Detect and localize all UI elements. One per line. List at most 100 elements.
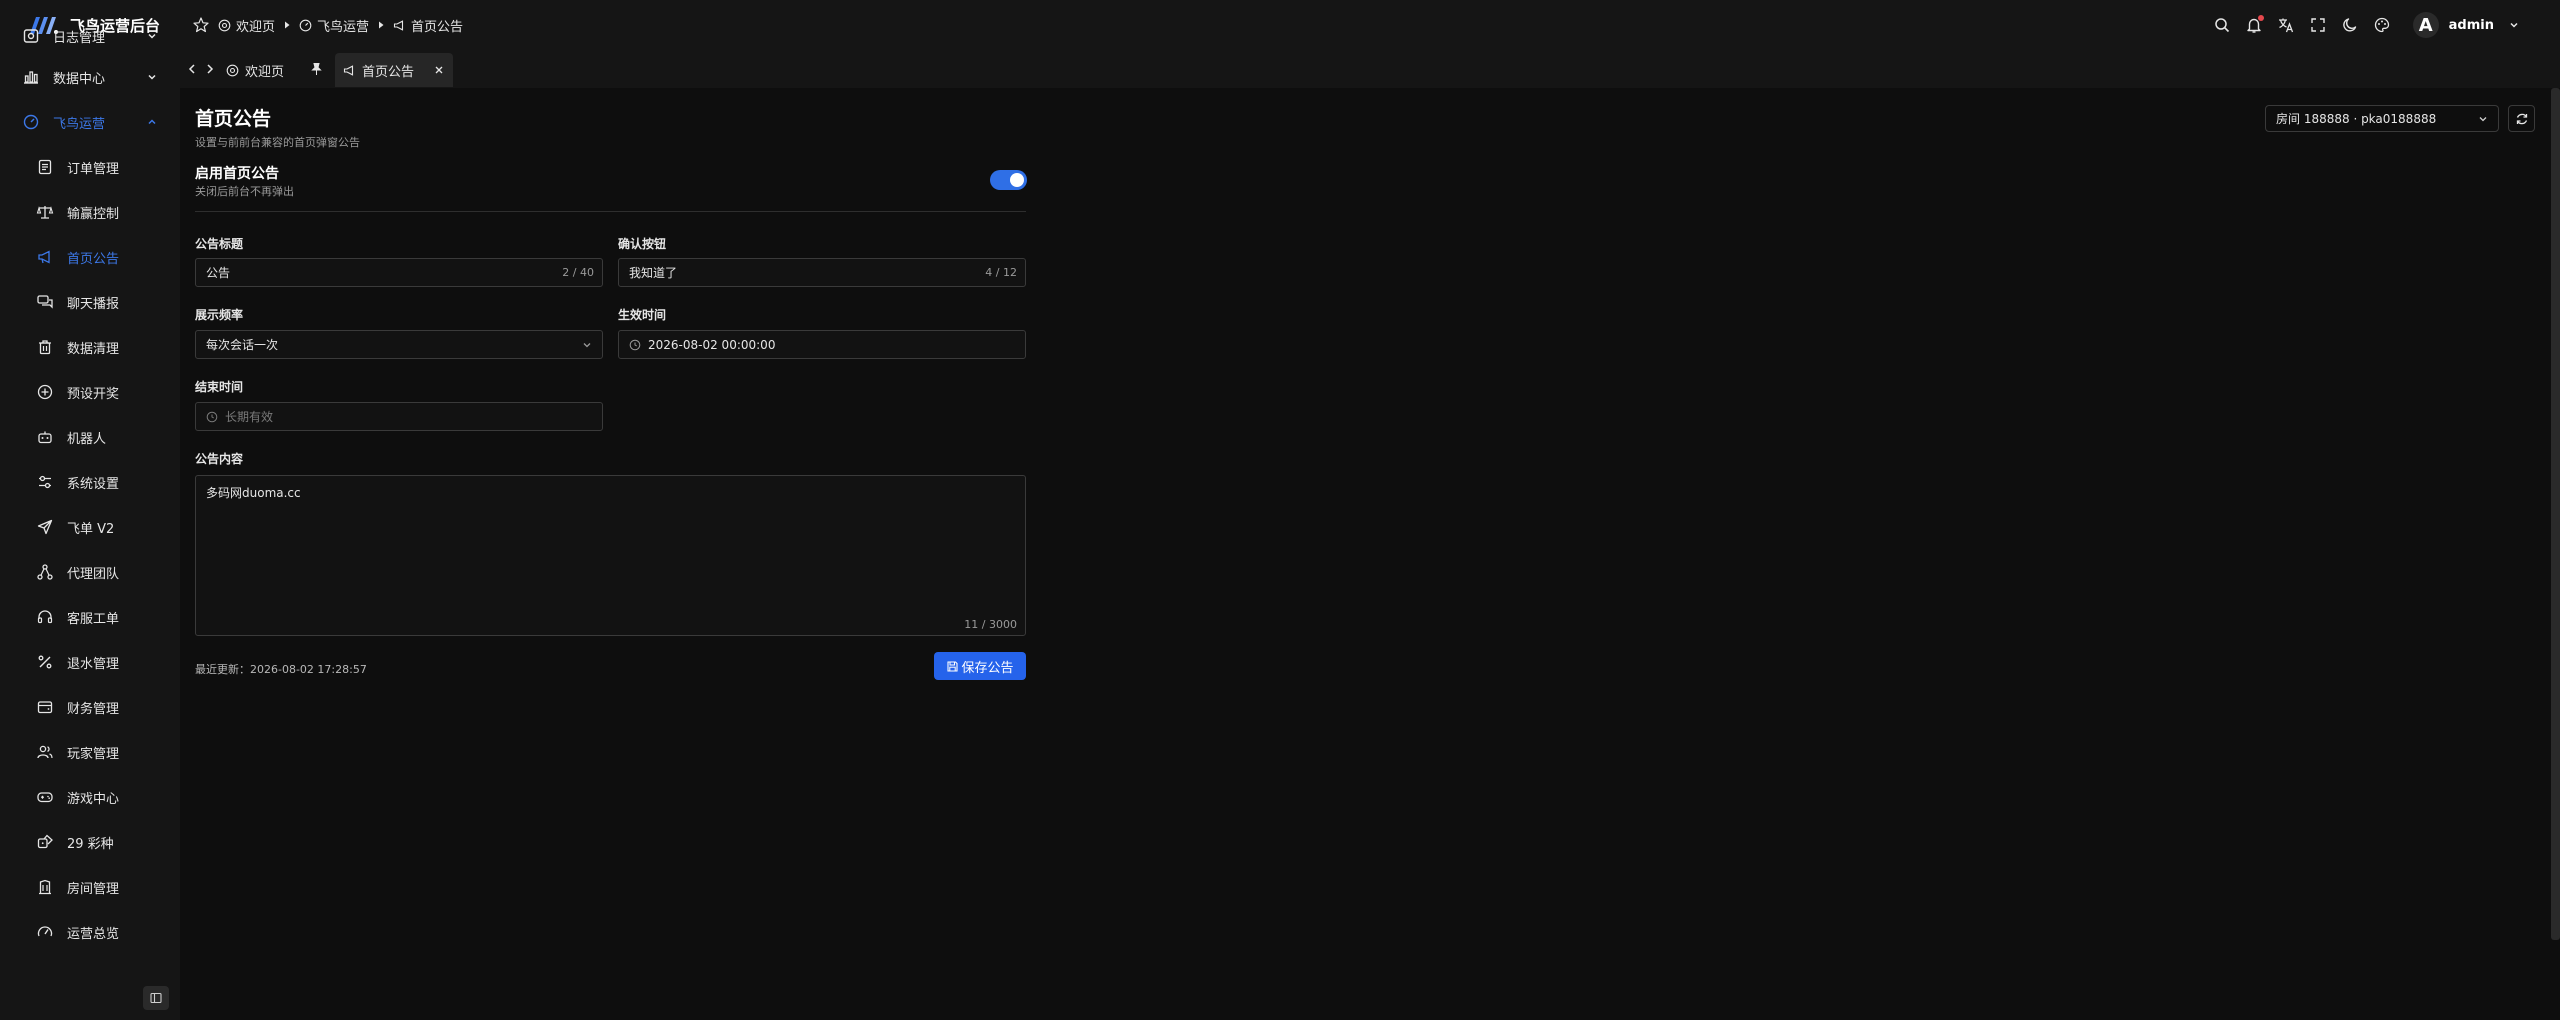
sidebar-item-finance[interactable]: 财务管理 [0, 687, 180, 727]
wallet-icon [37, 701, 53, 714]
home-circle-icon [226, 64, 239, 76]
save-notice-button[interactable]: 保存公告 [934, 652, 1026, 680]
sidebar-item-preset-draw[interactable]: 预设开奖 [0, 372, 180, 412]
sidebar-item-label: 游戏中心 [67, 791, 120, 807]
chevron-down-icon[interactable] [2508, 19, 2520, 31]
sidebar-item-label: 首页公告 [67, 251, 120, 267]
chevron-down-icon [583, 342, 591, 347]
sidebar-item-robot[interactable]: 机器人 [0, 417, 180, 457]
clock-icon [629, 339, 641, 350]
caret-right-icon [285, 21, 290, 29]
notice-content-label: 公告内容 [195, 452, 244, 466]
sidebar-toggle-icon [150, 992, 162, 1004]
sidebar-item-data-center[interactable]: 数据中心 [0, 57, 180, 97]
megaphone-icon [38, 250, 50, 264]
notice-content-textarea[interactable]: 多码网duoma.cc 11 / 3000 [195, 475, 1026, 636]
users-icon [37, 745, 53, 759]
building-icon [39, 879, 51, 895]
sidebar-item-support-tickets[interactable]: 客服工单 [0, 597, 180, 637]
sidebar-item-agent-team[interactable]: 代理团队 [0, 552, 180, 592]
tab-label: 欢迎页 [245, 64, 285, 80]
room-select-value: 房间 188888 · pka0188888 [2276, 112, 2437, 126]
sidebar-item-feiniao-ops[interactable]: 飞鸟运营 [0, 102, 180, 142]
breadcrumb-item-ops[interactable]: 飞鸟运营 [299, 16, 369, 35]
megaphone-icon [393, 19, 404, 31]
sidebar-item-label: 机器人 [67, 431, 107, 447]
sidebar-item-feidan-v2[interactable]: 飞单 V2 [0, 507, 180, 547]
room-select[interactable]: 房间 188888 · pka0188888 [2265, 105, 2499, 132]
sidebar-item-label: 系统设置 [67, 476, 120, 492]
start-time-picker[interactable]: 2026-08-02 00:00:00 [618, 330, 1026, 359]
tab-bar: 欢迎页 首页公告 [180, 50, 2560, 89]
sidebar-item-label: 29 彩种 [67, 836, 114, 852]
palette-icon[interactable] [2373, 16, 2391, 34]
plus-circle-icon [37, 384, 53, 400]
save-icon [947, 660, 959, 672]
confirm-button-input[interactable]: 我知道了 4 / 12 [618, 258, 1026, 287]
breadcrumb: 欢迎页 飞鸟运营 首页公告 [192, 0, 463, 50]
sidebar-item-label: 数据清理 [67, 341, 120, 357]
sidebar-collapse-button[interactable] [143, 986, 169, 1010]
enable-notice-title: 启用首页公告 [195, 166, 279, 182]
username[interactable]: admin [2449, 18, 2494, 33]
page-scrollbar[interactable] [2551, 88, 2560, 940]
notice-title-value: 公告 [206, 266, 231, 280]
main-content: 首页公告 设置与前前台兼容的首页弹窗公告 房间 188888 · pka0188… [180, 88, 2560, 1020]
sidebar-item-label: 玩家管理 [67, 746, 120, 762]
translate-icon[interactable] [2277, 16, 2295, 34]
sidebar-item-win-loss[interactable]: 输赢控制 [0, 192, 180, 232]
trash-icon [39, 340, 51, 355]
breadcrumb-item-home-notice[interactable]: 首页公告 [393, 16, 463, 35]
bar-chart-icon [24, 71, 38, 84]
sidebar-item-data-cleanup[interactable]: 数据清理 [0, 327, 180, 367]
close-icon[interactable] [434, 65, 444, 75]
sidebar-item-rooms[interactable]: 房间管理 [0, 867, 180, 907]
refresh-icon [2516, 113, 2527, 124]
frequency-label: 展示频率 [195, 308, 244, 322]
sidebar-item-players[interactable]: 玩家管理 [0, 732, 180, 772]
chevron-left-icon[interactable] [186, 62, 198, 76]
enable-notice-toggle[interactable] [990, 170, 1027, 190]
top-header: 欢迎页 飞鸟运营 首页公告 A admin [180, 0, 2560, 50]
sidebar-item-label: 数据中心 [53, 71, 106, 87]
chevron-right-icon[interactable] [204, 62, 216, 76]
refresh-button[interactable] [2508, 105, 2535, 132]
sidebar-item-logs[interactable]: 日志管理 [0, 16, 180, 56]
gauge-icon [299, 19, 312, 31]
moon-icon[interactable] [2341, 16, 2359, 34]
sidebar-item-label: 客服工单 [67, 611, 120, 627]
sidebar-item-label: 飞单 V2 [67, 521, 115, 537]
sidebar-item-system-settings[interactable]: 系统设置 [0, 462, 180, 502]
notice-content-count: 11 / 3000 [964, 618, 1017, 631]
fullscreen-icon[interactable] [2309, 16, 2327, 34]
avatar[interactable]: A [2412, 12, 2439, 38]
frequency-select[interactable]: 每次会话一次 [195, 330, 603, 359]
megaphone-icon [343, 64, 354, 76]
sidebar-item-lottery-types[interactable]: 29 彩种 [0, 822, 180, 862]
sidebar-item-ops-overview[interactable]: 运营总览 [0, 912, 180, 952]
star-icon[interactable] [192, 16, 210, 34]
headset-icon [37, 610, 53, 624]
notifications-button[interactable] [2245, 15, 2264, 34]
end-time-picker[interactable]: 长期有效 [195, 402, 603, 431]
sidebar-item-game-center[interactable]: 游戏中心 [0, 777, 180, 817]
start-time-value: 2026-08-02 00:00:00 [648, 337, 776, 352]
tab-welcome[interactable]: 欢迎页 [218, 53, 314, 87]
speedometer-icon [37, 926, 53, 937]
sidebar-item-label: 日志管理 [53, 30, 106, 46]
chevron-down-icon [148, 74, 156, 80]
tab-home-notice[interactable]: 首页公告 [335, 53, 453, 87]
notice-title-input[interactable]: 公告 2 / 40 [195, 258, 603, 287]
sidebar-item-chat-broadcast[interactable]: 聊天播报 [0, 282, 180, 322]
sidebar-item-label: 聊天播报 [67, 296, 120, 312]
pin-icon[interactable] [310, 62, 323, 76]
sidebar-item-home-notice[interactable]: 首页公告 [0, 237, 180, 277]
sidebar-item-rebate[interactable]: 退水管理 [0, 642, 180, 682]
search-icon[interactable] [2213, 16, 2231, 34]
notification-dot [2257, 15, 2264, 21]
page-subtitle: 设置与前前台兼容的首页弹窗公告 [195, 136, 360, 149]
sidebar-item-orders[interactable]: 订单管理 [0, 147, 180, 187]
enable-notice-subtitle: 关闭后前台不再弹出 [195, 185, 294, 198]
breadcrumb-item-welcome[interactable]: 欢迎页 [218, 16, 275, 35]
notice-title-count: 2 / 40 [562, 266, 594, 279]
